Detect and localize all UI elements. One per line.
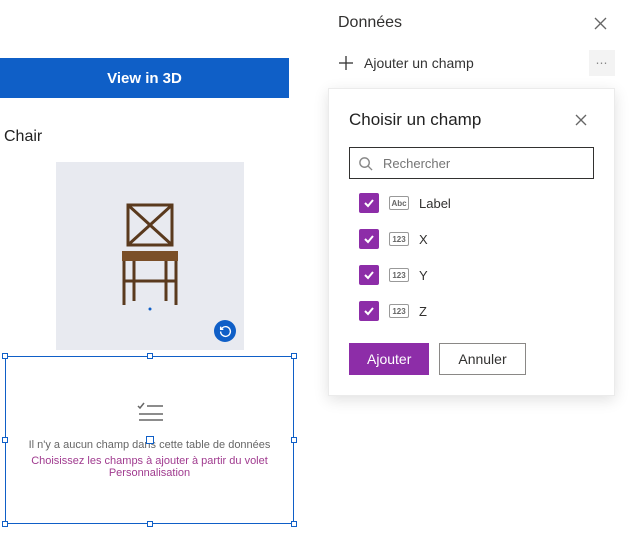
chair-image	[110, 201, 190, 311]
view-in-3d-button[interactable]: View in 3D	[0, 58, 289, 98]
plus-icon	[338, 55, 354, 71]
type-badge-number: 123	[389, 304, 409, 318]
field-row-x[interactable]: 123 X	[359, 229, 594, 249]
item-title: Chair	[4, 128, 300, 146]
checkbox[interactable]	[359, 229, 379, 249]
close-dropdown-button[interactable]	[568, 107, 594, 133]
refresh-button[interactable]	[214, 320, 236, 342]
check-icon	[363, 305, 375, 317]
cancel-button[interactable]: Annuler	[439, 343, 525, 375]
preview-box	[56, 162, 244, 350]
field-row-label[interactable]: Abc Label	[359, 193, 594, 213]
refresh-icon	[219, 325, 232, 338]
panel-title: Données	[338, 14, 402, 32]
add-field-button[interactable]: Ajouter un champ ⋯	[320, 42, 623, 84]
close-icon	[594, 17, 607, 30]
field-row-z[interactable]: 123 Z	[359, 301, 594, 321]
add-button[interactable]: Ajouter	[349, 343, 429, 375]
checkbox[interactable]	[359, 265, 379, 285]
empty-message-1: Il n'y a aucun champ dans cette table de…	[29, 439, 271, 451]
check-icon	[363, 233, 375, 245]
close-icon	[575, 114, 587, 126]
type-badge-number: 123	[389, 232, 409, 246]
close-panel-button[interactable]	[587, 10, 613, 36]
add-field-label: Ajouter un champ	[364, 55, 474, 71]
field-row-y[interactable]: 123 Y	[359, 265, 594, 285]
search-icon	[358, 156, 373, 171]
field-label: Z	[419, 304, 427, 319]
empty-fields-card[interactable]: Il n'y a aucun champ dans cette table de…	[5, 356, 294, 524]
type-badge-text: Abc	[389, 196, 409, 210]
check-icon	[363, 269, 375, 281]
choose-field-dropdown: Choisir un champ Abc Label	[328, 88, 615, 396]
search-input[interactable]	[381, 155, 585, 172]
field-label: X	[419, 232, 428, 247]
search-field[interactable]	[349, 147, 594, 179]
checkbox[interactable]	[359, 301, 379, 321]
field-label: Y	[419, 268, 428, 283]
view-in-3d-label: View in 3D	[107, 70, 182, 87]
check-icon	[363, 197, 375, 209]
empty-message-2: Choisissez les champs à ajouter à partir…	[26, 455, 273, 479]
type-badge-number: 123	[389, 268, 409, 282]
checkbox[interactable]	[359, 193, 379, 213]
more-icon: ⋯	[596, 56, 609, 70]
data-panel: Données Ajouter un champ ⋯ Choisir un ch…	[320, 0, 623, 396]
field-label: Label	[419, 196, 451, 211]
more-button[interactable]: ⋯	[589, 50, 615, 76]
dropdown-title: Choisir un champ	[349, 110, 481, 130]
list-icon	[135, 402, 165, 427]
